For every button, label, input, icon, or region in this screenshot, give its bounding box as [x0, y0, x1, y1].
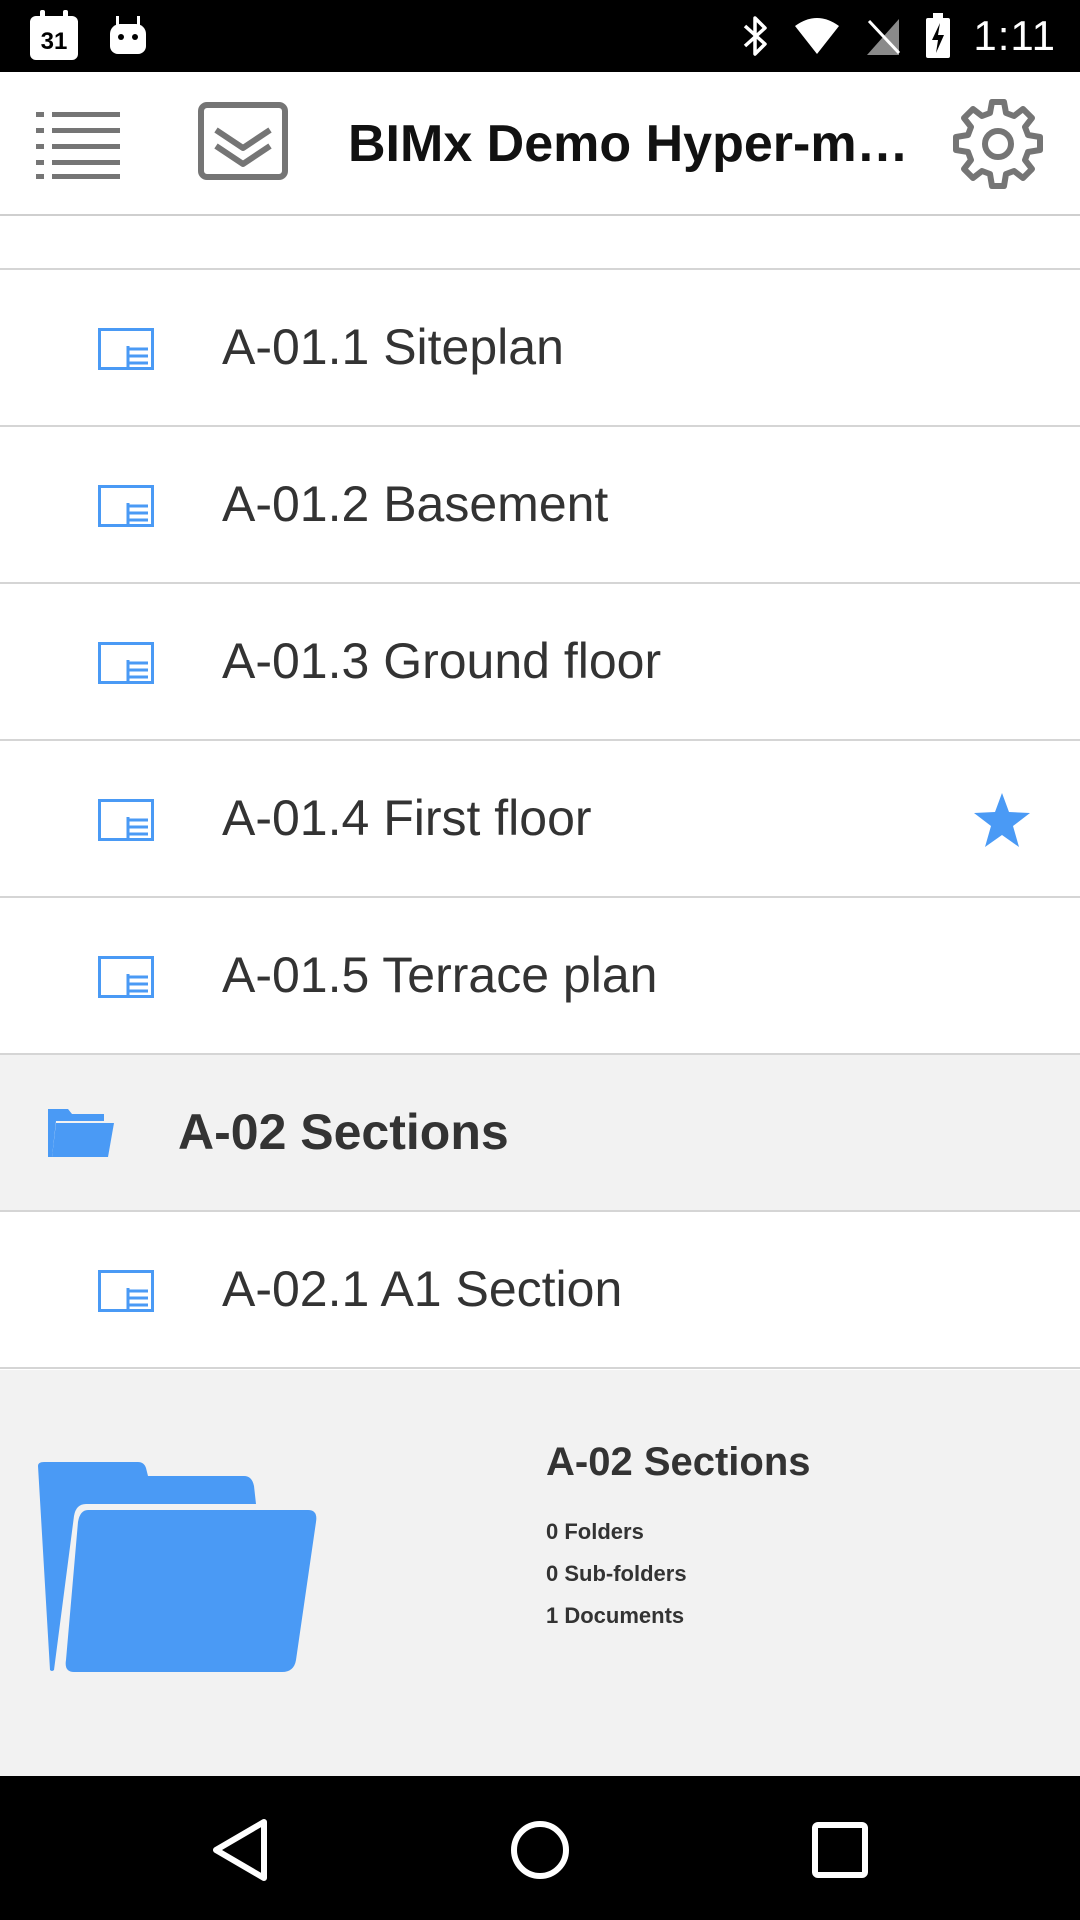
- folder-details-panel: A-02 Sections 0 Folders 0 Sub-folders 1 …: [0, 1370, 1080, 1776]
- folder-open-icon: [48, 1109, 114, 1157]
- list-top-spacer: [0, 216, 1080, 270]
- layout-sheet-icon: [98, 328, 154, 370]
- folder-label: A-02 Sections: [178, 1104, 509, 1160]
- list-item-label: A-01.1 Siteplan: [222, 319, 564, 375]
- menu-list-icon[interactable]: [36, 104, 120, 184]
- status-bar: 31 1:11: [0, 0, 1080, 72]
- recents-icon[interactable]: [800, 1810, 880, 1890]
- list-item-document[interactable]: A-01.4 First floor: [0, 741, 1080, 898]
- list-item-document[interactable]: A-01.1 Siteplan: [0, 270, 1080, 427]
- system-nav-bar: [0, 1776, 1080, 1920]
- favorite-star-icon[interactable]: [972, 791, 1032, 849]
- folder-open-icon: [38, 1462, 317, 1672]
- list-item-label: A-01.3 Ground floor: [222, 633, 662, 689]
- back-icon[interactable]: [200, 1810, 280, 1890]
- list-item-document[interactable]: A-01.2 Basement: [0, 427, 1080, 584]
- settings-gear-icon[interactable]: [952, 98, 1044, 190]
- list-item-document[interactable]: A-01.5 Terrace plan: [0, 898, 1080, 1055]
- home-icon[interactable]: [500, 1810, 580, 1890]
- app-title: BIMx Demo Hyper-m…: [348, 115, 908, 173]
- subfolders-count: 0 Sub-folders: [546, 1561, 687, 1586]
- list-item-label: A-01.5 Terrace plan: [222, 947, 658, 1003]
- wifi-icon: [795, 18, 840, 54]
- details-title: A-02 Sections: [546, 1440, 811, 1484]
- layout-sheet-icon: [98, 956, 154, 998]
- app-bar: BIMx Demo Hyper-m…: [0, 72, 1080, 216]
- layers-icon[interactable]: [198, 102, 288, 182]
- battery-charging-icon: [926, 13, 951, 58]
- layout-sheet-icon: [98, 799, 154, 841]
- status-time: 1:11: [973, 12, 1056, 59]
- list-item-document[interactable]: A-01.3 Ground floor: [0, 584, 1080, 741]
- list-item-label: A-02.1 A1 Section: [222, 1261, 623, 1317]
- calendar-day: 31: [30, 24, 78, 60]
- documents-count: 1 Documents: [546, 1603, 685, 1628]
- layout-sheet-icon: [98, 485, 154, 527]
- folder-info: A-02 Sections 0 Folders 0 Sub-folders 1 …: [546, 1440, 811, 1637]
- list-item-label: A-01.4 First floor: [222, 790, 592, 846]
- layout-sheet-icon: [98, 1270, 154, 1312]
- bluetooth-icon: [744, 16, 768, 56]
- list-item-document[interactable]: A-02.1 A1 Section: [0, 1212, 1080, 1369]
- list-item-label: A-01.2 Basement: [222, 476, 609, 532]
- calendar-icon: 31: [30, 10, 78, 62]
- document-list: A-01.1 Siteplan A-01.2 Basement A-01.3 G…: [0, 216, 1080, 1369]
- android-icon: [108, 14, 148, 58]
- list-item-folder[interactable]: A-02 Sections: [0, 1055, 1080, 1212]
- no-sim-icon: [867, 19, 901, 55]
- folders-count: 0 Folders: [546, 1519, 644, 1544]
- layout-sheet-icon: [98, 642, 154, 684]
